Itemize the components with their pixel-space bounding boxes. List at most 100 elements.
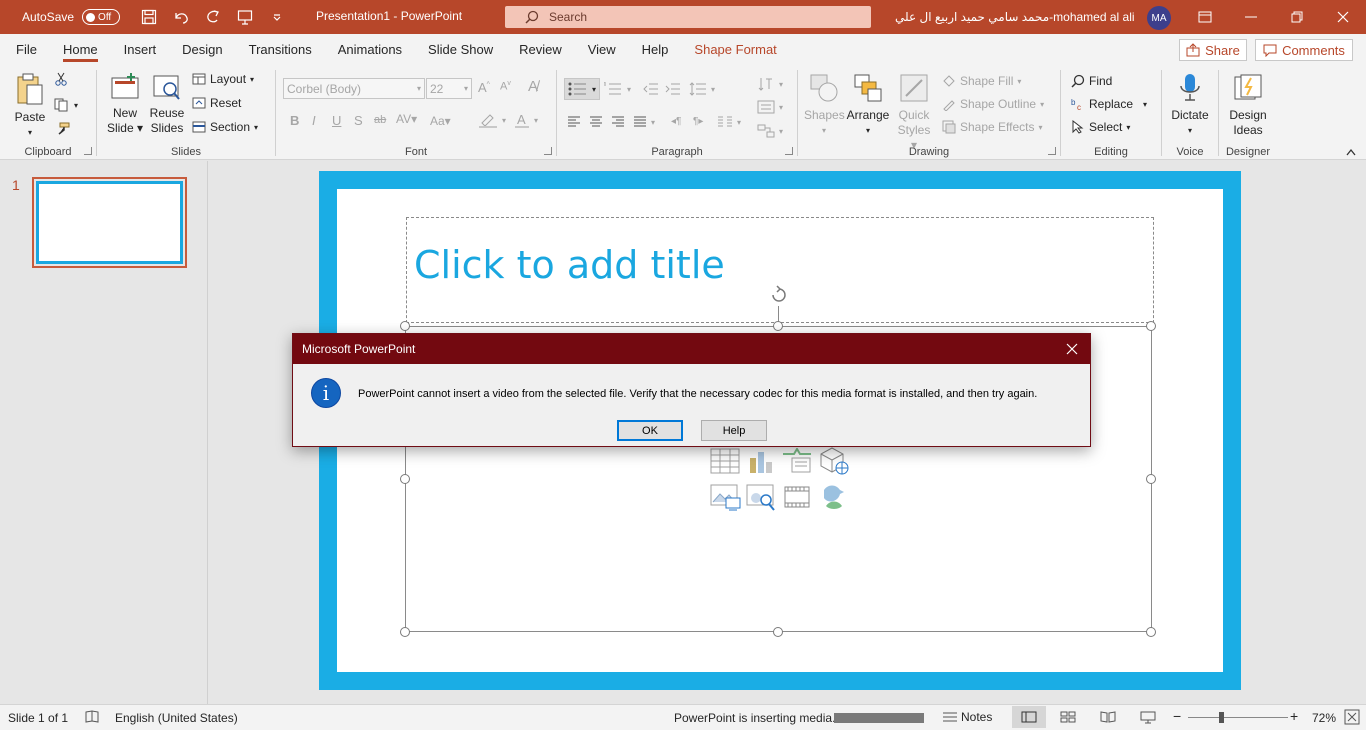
help-button[interactable]: Help [701, 420, 767, 441]
slide-sorter-button[interactable] [1060, 711, 1076, 726]
replace-button[interactable]: bc Replace ▾ [1071, 97, 1147, 111]
collapse-ribbon-button[interactable] [1346, 148, 1356, 156]
shape-fill-button[interactable]: Shape Fill ▾ [942, 74, 1021, 88]
grow-font-button[interactable]: A^ [478, 80, 490, 95]
decrease-indent-button[interactable] [643, 82, 659, 96]
ltr-button[interactable]: ¶▸ [693, 116, 703, 127]
change-case-button[interactable]: Aa▾ [430, 114, 451, 128]
align-text-button[interactable]: ▾ [757, 100, 783, 114]
restore-icon[interactable] [1274, 0, 1320, 34]
slide-thumbnail[interactable] [32, 177, 187, 268]
font-size-select[interactable]: 22 ▾ [426, 78, 472, 99]
increase-indent-button[interactable] [665, 82, 681, 96]
font-dialog-launcher-icon[interactable] [544, 147, 552, 155]
tab-transitions[interactable]: Transitions [236, 34, 325, 64]
reading-view-button[interactable] [1100, 711, 1116, 726]
redo-icon[interactable] [204, 8, 222, 26]
tab-help[interactable]: Help [629, 34, 682, 64]
zoom-out-button[interactable]: − [1173, 708, 1181, 724]
strikethrough-button[interactable]: ab [374, 114, 386, 126]
smartart-button[interactable]: ▾ [757, 124, 783, 138]
zoom-level[interactable]: 72% [1312, 711, 1336, 725]
zoom-slider[interactable] [1188, 717, 1288, 718]
copy-button[interactable]: ▾ [54, 98, 78, 112]
title-placeholder-text[interactable]: Click to add title [414, 243, 725, 287]
customize-qat-icon[interactable] [268, 8, 286, 26]
tab-shape-format[interactable]: Shape Format [681, 34, 789, 64]
save-icon[interactable] [140, 8, 158, 26]
search-box[interactable]: Search [505, 6, 871, 28]
font-color-button[interactable]: A ▾ [514, 112, 538, 128]
minimize-icon[interactable] [1228, 0, 1274, 34]
align-center-button[interactable] [589, 116, 603, 128]
align-right-button[interactable] [611, 116, 625, 128]
resize-handle[interactable] [1146, 627, 1156, 637]
format-painter-button[interactable] [54, 122, 70, 136]
cut-button[interactable] [54, 72, 68, 86]
align-left-button[interactable] [567, 116, 581, 128]
dialog-titlebar[interactable]: Microsoft PowerPoint [293, 334, 1090, 364]
quick-styles-button[interactable]: Quick Styles ▾ [894, 72, 934, 153]
tab-design[interactable]: Design [169, 34, 235, 64]
share-button[interactable]: Share [1179, 39, 1247, 61]
insert-video-icon[interactable] [784, 486, 810, 511]
fit-slide-button[interactable] [1344, 709, 1360, 728]
find-button[interactable]: Find [1071, 74, 1112, 88]
drawing-dialog-launcher-icon[interactable] [1048, 147, 1056, 155]
clear-formatting-button[interactable]: A̸ [528, 78, 538, 95]
select-button[interactable]: Select ▾ [1071, 120, 1130, 134]
zoom-in-button[interactable]: + [1290, 708, 1298, 724]
autosave-toggle[interactable]: Off [82, 9, 121, 25]
resize-handle[interactable] [773, 321, 783, 331]
shapes-button[interactable]: Shapes ▾ [804, 72, 845, 138]
insert-chart-icon[interactable] [746, 448, 774, 477]
normal-view-button[interactable] [1012, 706, 1046, 728]
paste-button[interactable]: Paste ▾ [10, 72, 50, 140]
insert-smartart-icon[interactable] [782, 447, 812, 477]
tab-slide-show[interactable]: Slide Show [415, 34, 506, 64]
close-icon[interactable] [1320, 0, 1366, 34]
tab-view[interactable]: View [575, 34, 629, 64]
autosave-control[interactable]: AutoSave Off [22, 9, 121, 25]
highlight-button[interactable]: ▾ [478, 112, 506, 128]
ribbon-display-options-icon[interactable] [1182, 0, 1228, 34]
layout-button[interactable]: Layout ▾ [192, 72, 254, 86]
line-spacing-button[interactable]: ▾ [689, 82, 715, 96]
language[interactable]: English (United States) [115, 711, 238, 725]
slide-info[interactable]: Slide 1 of 1 [8, 711, 68, 725]
dialog-close-icon[interactable] [1062, 339, 1082, 359]
italic-button[interactable]: I [312, 113, 316, 128]
tab-animations[interactable]: Animations [325, 34, 415, 64]
shrink-font-button[interactable]: Av [500, 80, 511, 93]
numbering-button[interactable]: ▾ [603, 82, 631, 96]
justify-button[interactable]: ▾ [633, 116, 655, 128]
clipboard-dialog-launcher-icon[interactable] [84, 147, 92, 155]
arrange-button[interactable]: Arrange ▾ [846, 72, 890, 138]
present-icon[interactable] [236, 8, 254, 26]
resize-handle[interactable] [400, 474, 410, 484]
insert-3d-models-icon[interactable] [818, 446, 850, 479]
resize-handle[interactable] [400, 627, 410, 637]
paragraph-dialog-launcher-icon[interactable] [785, 147, 793, 155]
resize-handle[interactable] [1146, 474, 1156, 484]
spelling-check-icon[interactable] [84, 710, 100, 727]
notes-button[interactable]: Notes [942, 710, 992, 724]
font-name-select[interactable]: Corbel (Body) ▾ [283, 78, 425, 99]
undo-icon[interactable] [172, 8, 190, 26]
zoom-slider-thumb[interactable] [1219, 712, 1224, 723]
character-spacing-button[interactable]: AV▾ [396, 112, 417, 126]
underline-button[interactable]: U [332, 113, 341, 128]
insert-stock-images-icon[interactable] [746, 484, 778, 515]
tab-file[interactable]: File [0, 34, 50, 64]
insert-icons-icon[interactable] [818, 482, 848, 515]
reset-button[interactable]: Reset [192, 96, 241, 110]
rtl-button[interactable]: ◂¶ [671, 116, 681, 127]
columns-button[interactable]: ▾ [717, 116, 741, 128]
reuse-slides-button[interactable]: Reuse Slides [147, 72, 187, 136]
shadow-button[interactable]: S [354, 113, 363, 128]
shape-outline-button[interactable]: Shape Outline ▾ [942, 97, 1044, 111]
section-button[interactable]: Section ▾ [192, 120, 258, 134]
slide-show-button[interactable] [1140, 711, 1156, 727]
rotate-handle-icon[interactable] [768, 284, 790, 306]
resize-handle[interactable] [400, 321, 410, 331]
